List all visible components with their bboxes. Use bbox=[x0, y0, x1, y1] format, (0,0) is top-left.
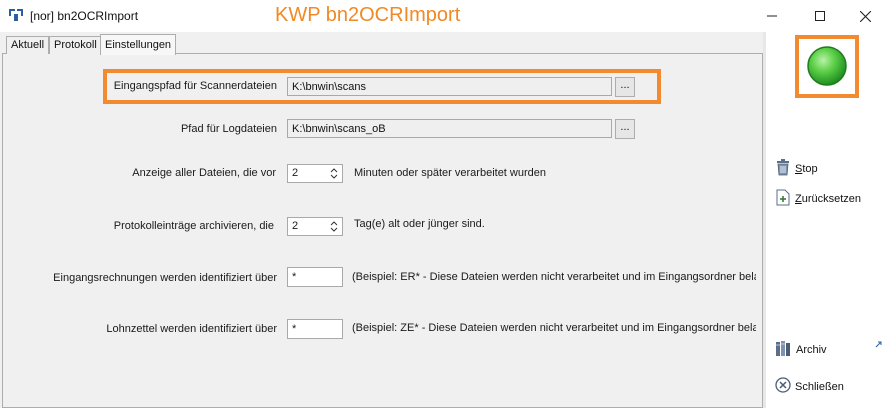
reset-button[interactable]: Zurücksetzen bbox=[775, 189, 861, 209]
invoices-pattern-input[interactable]: * bbox=[287, 267, 343, 287]
archive-button[interactable]: Archiv bbox=[775, 340, 827, 360]
archive-label: Archiv bbox=[796, 344, 827, 356]
trash-icon bbox=[775, 159, 795, 179]
app-icon bbox=[8, 8, 24, 22]
minutes-spinner[interactable]: 2 bbox=[287, 164, 343, 183]
annotation-title: KWP bn2OCRImport bbox=[275, 4, 461, 26]
status-light-icon bbox=[806, 45, 848, 90]
invoices-hint: (Beispiel: ER* - Diese Dateien werden ni… bbox=[352, 271, 756, 283]
close-window-button[interactable] bbox=[843, 0, 887, 32]
archive-log-label: Protokolleinträge archivieren, die bbox=[113, 220, 274, 232]
payslips-label: Lohnzettel werden identifiziert über bbox=[106, 323, 277, 335]
days-spinner[interactable]: 2 bbox=[287, 217, 343, 236]
log-path-field[interactable]: K:\bnwin\scans_oB bbox=[287, 119, 612, 138]
minutes-suffix: Minuten oder später verarbeitet wurden bbox=[354, 167, 546, 179]
reset-doc-icon bbox=[775, 189, 795, 209]
payslips-pattern-input[interactable]: * bbox=[287, 319, 343, 339]
highlight-box-scanner-path bbox=[103, 69, 661, 104]
tab-aktuell[interactable]: Aktuell bbox=[6, 36, 50, 54]
spinner-arrows-icon[interactable] bbox=[327, 219, 341, 234]
close-circle-icon bbox=[775, 377, 795, 396]
minutes-value: 2 bbox=[292, 167, 299, 179]
window-title: [nor] bn2OCRImport bbox=[30, 9, 139, 23]
log-path-browse-button[interactable]: ... bbox=[615, 119, 635, 139]
stop-button[interactable]: Stop bbox=[775, 159, 818, 179]
books-icon bbox=[775, 340, 796, 360]
title-bar: [nor] bn2OCRImport KWP bn2OCRImport bbox=[0, 0, 891, 32]
spinner-arrows-icon[interactable] bbox=[327, 166, 341, 181]
external-link-icon[interactable] bbox=[875, 339, 882, 351]
tab-einstellungen[interactable]: Einstellungen bbox=[100, 34, 177, 55]
sidebar-divider bbox=[763, 32, 766, 408]
stop-label: Stop bbox=[795, 163, 818, 175]
days-value: 2 bbox=[292, 220, 299, 232]
maximize-button[interactable] bbox=[798, 0, 842, 32]
days-suffix: Tag(e) alt oder jünger sind. bbox=[354, 218, 485, 230]
close-button[interactable]: Schließen bbox=[775, 377, 844, 396]
show-files-label: Anzeige aller Dateien, die vor bbox=[132, 167, 276, 179]
minimize-button[interactable] bbox=[750, 0, 794, 32]
payslips-hint: (Beispiel: ZE* - Diese Dateien werden ni… bbox=[352, 322, 756, 334]
log-path-label: Pfad für Logdateien bbox=[180, 123, 277, 135]
reset-label: Zurücksetzen bbox=[795, 193, 862, 205]
invoices-label: Eingangsrechnungen werden identifiziert … bbox=[53, 272, 277, 284]
tab-protokoll[interactable]: Protokoll bbox=[49, 36, 102, 54]
close-label: Schließen bbox=[795, 380, 844, 393]
